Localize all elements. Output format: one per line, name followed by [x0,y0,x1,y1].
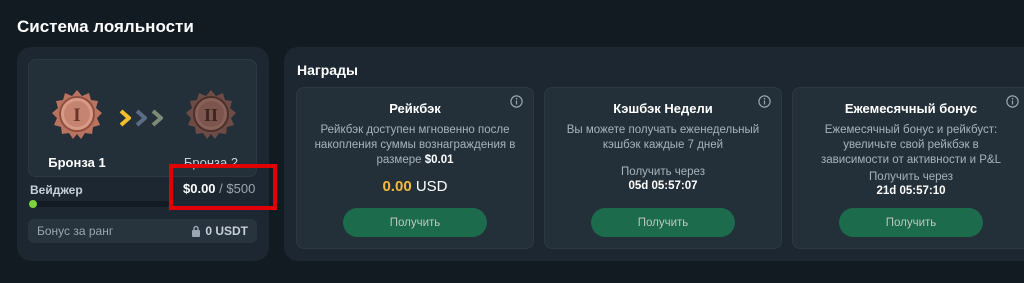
rank-bonus-label: Бонус за ранг [37,224,114,238]
rank-bonus-value-wrap: 0 USDT [191,224,248,238]
svg-text:II: II [204,105,218,125]
current-level-label: Бронза 1 [48,155,106,170]
lock-icon [191,225,201,237]
rakeback-card: Рейкбэк Рейкбэк доступен мгновенно после… [296,87,534,249]
bronze-1-badge-icon: I [50,88,104,142]
card-description: Рейкбэк доступен мгновенно после накопле… [313,123,517,168]
rank-bonus-value: 0 USDT [205,224,248,238]
wager-current: $0.00 [183,181,216,196]
next-claim-timer: 05d 05:57:07 [628,180,698,192]
wager-progress-indicator [29,200,37,208]
card-description-text: Рейкбэк доступен мгновенно после накопле… [314,124,516,166]
card-title: Рейкбэк [389,101,441,116]
next-claim-timer: 21d 05:57:10 [876,185,946,197]
rakeback-threshold: $0.01 [424,154,454,166]
svg-text:I: I [73,105,80,126]
wager-progress-bar [29,200,169,208]
wager-separator: / [215,181,227,196]
rank-bonus-row: Бонус за ранг 0 USDT [28,219,257,243]
claim-monthly-bonus-button[interactable]: Получить [839,208,983,237]
rewards-title: Награды [297,62,358,78]
loyalty-card: I II Бронза 1 Бронза 2 Вейджер $0.00 / $… [17,47,269,261]
rewards-panel: Награды Рейкбэк Рейкбэк доступен мгновен… [284,47,1024,261]
rakeback-amount: 0.00 USD [297,178,533,195]
next-claim-label: Получить через [621,166,705,178]
levels-box: I II Бронза 1 Бронза 2 [28,59,257,177]
monthly-bonus-card: Ежемесячный бонус Ежемесячный бонус и ре… [792,87,1024,249]
wager-value: $0.00 / $500 [183,181,255,196]
weekly-cashback-card: Кэшбэк Недели Вы можете получать еженеде… [544,87,782,249]
page-title: Система лояльности [17,17,194,36]
card-description: Вы можете получать еженедельный кэшбэк к… [566,124,760,151]
level-progress-arrows-icon [117,108,169,128]
wager-label: Вейджер [30,183,83,197]
rakeback-currency: USD [415,178,448,195]
card-title: Ежемесячный бонус [844,101,978,116]
claim-weekly-cashback-button[interactable]: Получить [591,208,735,237]
card-title: Кэшбэк Недели [613,101,713,116]
claim-rakeback-button[interactable]: Получить [343,208,487,237]
card-description: Ежемесячный бонус и рейкбуст: увеличьте … [820,124,1001,166]
next-level-label: Бронза 2 [183,155,239,170]
rakeback-amount-value: 0.00 [382,178,412,195]
bronze-2-badge-icon: II [184,88,238,142]
next-claim-label: Получить через [869,171,953,183]
wager-target: $500 [226,181,256,196]
